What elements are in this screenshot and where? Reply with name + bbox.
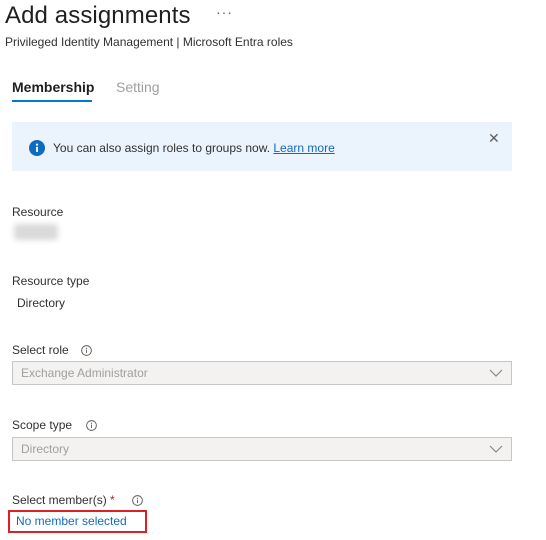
scope-type-value: Directory (21, 442, 70, 456)
select-role-dropdown[interactable]: Exchange Administrator (12, 361, 512, 385)
scope-type-dropdown[interactable]: Directory (12, 437, 512, 461)
scope-type-label: Scope type (12, 418, 73, 432)
resource-type-value: Directory (17, 296, 66, 310)
tab-membership[interactable]: Membership (12, 79, 94, 95)
select-members-label-text: Select member(s) (12, 493, 107, 507)
info-icon (29, 140, 45, 156)
info-icon[interactable] (86, 420, 97, 431)
info-icon[interactable] (132, 495, 143, 506)
resource-label: Resource (12, 205, 64, 219)
resource-type-label: Resource type (12, 274, 90, 288)
more-options-button[interactable]: ··· (216, 4, 233, 20)
tab-setting[interactable]: Setting (116, 79, 160, 95)
info-icon[interactable] (81, 345, 92, 356)
banner-text: You can also assign roles to groups now. (53, 141, 271, 155)
page-title: Add assignments (5, 2, 191, 29)
chevron-down-icon (489, 369, 503, 377)
required-marker: * (110, 493, 115, 507)
select-role-value: Exchange Administrator (21, 366, 148, 380)
close-icon[interactable]: ✕ (488, 131, 500, 145)
learn-more-link[interactable]: Learn more (273, 141, 334, 155)
banner-message: You can also assign roles to groups now.… (53, 141, 335, 155)
page-subtitle: Privileged Identity Management | Microso… (5, 35, 293, 49)
no-member-selected-link[interactable]: No member selected (16, 514, 127, 528)
resource-value-obscured (14, 224, 58, 240)
tab-active-indicator (12, 100, 92, 102)
select-role-label: Select role (12, 343, 69, 357)
chevron-down-icon (489, 445, 503, 453)
select-members-label: Select member(s) * (12, 493, 115, 507)
